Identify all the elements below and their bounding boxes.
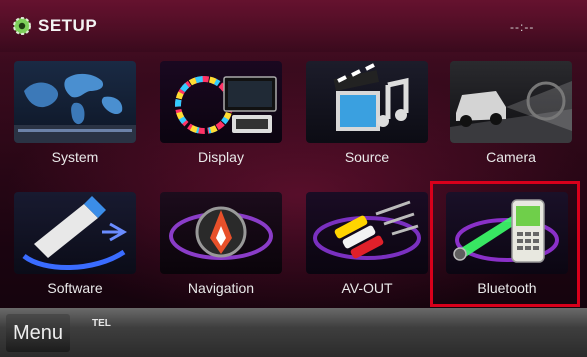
header-bar: SETUP --:-- (0, 0, 587, 52)
setup-screen: SETUP --:-- System Display Source Camera… (0, 0, 587, 357)
av-cable-icon (306, 192, 428, 274)
compass-icon (160, 192, 282, 274)
tile-label-display: Display (198, 149, 244, 165)
tile-system[interactable]: System (10, 57, 140, 172)
clapperboard-music-icon (306, 61, 428, 143)
menu-button[interactable]: Menu (6, 314, 70, 352)
tile-label-camera: Camera (486, 149, 536, 165)
tile-label-av-out: AV-OUT (341, 280, 393, 296)
usb-drive-icon (14, 192, 136, 274)
bluetooth-highlight-box (430, 181, 580, 307)
tile-label-navigation: Navigation (187, 280, 255, 296)
tel-indicator: TEL (92, 318, 111, 329)
gear-icon (13, 17, 31, 35)
tile-label-source: Source (344, 149, 390, 165)
tile-label-system: System (51, 149, 99, 165)
tile-camera[interactable]: Camera (446, 57, 576, 172)
clock-display: --:-- (510, 20, 535, 34)
tile-display[interactable]: Display (156, 57, 286, 172)
page-title: SETUP (38, 16, 98, 35)
tile-source[interactable]: Source (302, 57, 432, 172)
tile-label-software: Software (47, 280, 103, 296)
footer-bar: Menu TEL (0, 308, 587, 357)
display-icon (160, 61, 282, 143)
tile-software[interactable]: Software (10, 188, 140, 303)
tile-av-out[interactable]: AV-OUT (302, 188, 432, 303)
world-map-icon (14, 61, 136, 143)
tile-navigation[interactable]: Navigation (156, 188, 286, 303)
car-camera-icon (450, 61, 572, 143)
